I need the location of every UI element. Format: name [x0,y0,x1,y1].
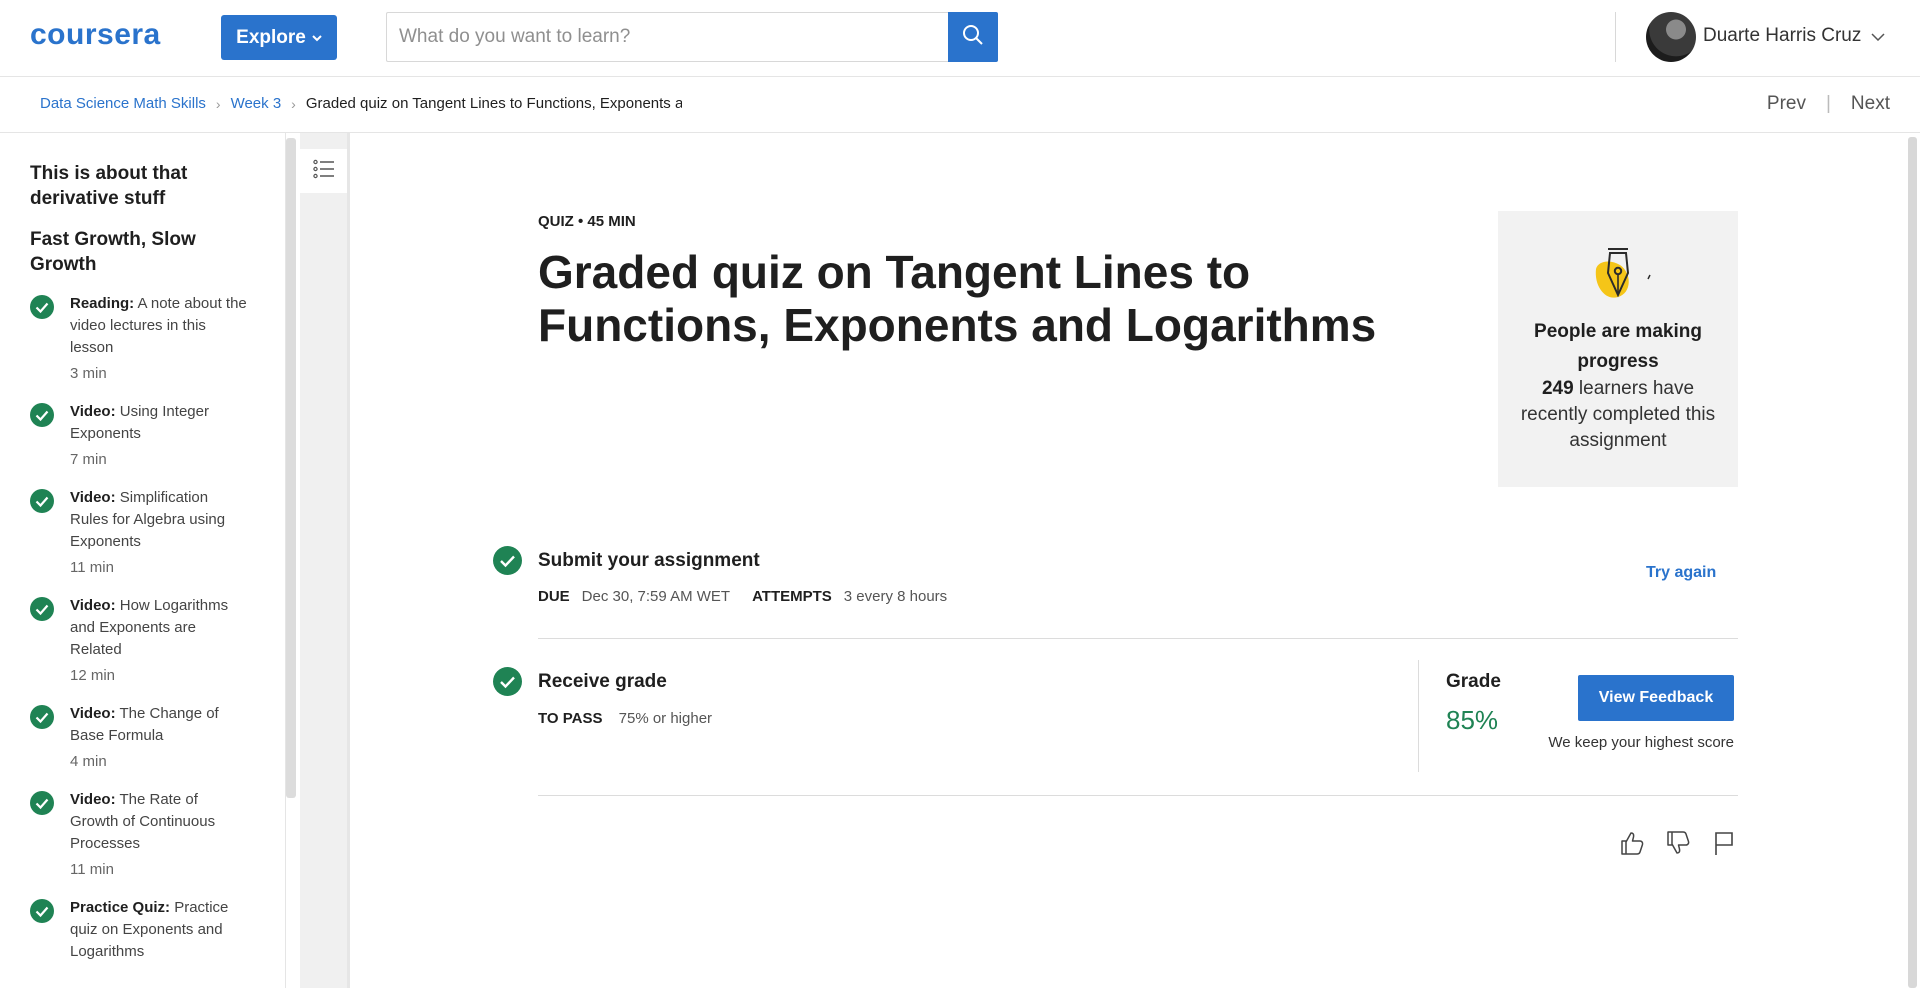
lesson-type: Video: [70,791,116,808]
learner-count: 249 [1541,378,1574,399]
check-circle-icon [493,667,522,701]
explore-button[interactable]: Explore [221,15,337,60]
submit-details: DUE Dec 30, 7:59 AM WET ATTEMPTS 3 every… [538,588,947,605]
sidebar-lesson-item[interactable]: Video: How Logarithms and Exponents are … [30,595,250,687]
divider [538,638,1738,639]
flag-icon[interactable] [1710,828,1738,858]
breadcrumb-current: Graded quiz on Tangent Lines to Function… [305,95,682,112]
check-circle-icon [30,705,54,736]
grade-label: Grade [1446,671,1501,692]
highest-score-note: We keep your highest score [1548,734,1734,751]
sidebar-content: This is about that derivative stuff Fast… [30,161,250,967]
avatar[interactable] [1646,12,1696,62]
check-circle-icon [30,791,54,822]
thumbs-up-icon[interactable] [1618,828,1646,858]
outline-toggle-button[interactable] [300,149,347,193]
to-pass-value: 75% or higher [618,710,713,727]
search-button[interactable] [948,12,998,62]
breadcrumb-course[interactable]: Data Science Math Skills [40,95,206,112]
feedback-actions [1618,828,1738,858]
check-circle-icon [30,489,54,520]
pen-nib-icon [1586,239,1656,310]
course-sidebar: This is about that derivative stuff Fast… [0,133,285,988]
explore-label: Explore [236,26,306,48]
sidebar-lesson-item[interactable]: Video: Simplification Rules for Algebra … [30,487,250,579]
lesson-duration: 11 min [70,861,114,878]
chevron-right-icon: › [215,95,221,112]
prev-link[interactable]: Prev [1767,93,1806,115]
lesson-duration: 12 min [70,667,116,684]
chevron-down-icon [312,31,322,45]
divider [538,795,1738,796]
to-pass-label: TO PASS [538,710,603,727]
lesson-type: Reading: [70,295,135,312]
lesson-duration: 7 min [70,451,107,468]
receive-grade-title: Receive grade [538,671,667,692]
check-circle-icon [493,546,522,580]
check-circle-icon [30,899,54,930]
sidebar-lesson-item[interactable]: Reading: A note about the video lectures… [30,293,250,385]
progress-card: People are making progress 249 learners … [1498,211,1738,487]
lesson-duration: 4 min [70,753,107,770]
list-icon [312,159,335,184]
attempts-label: ATTEMPTS [752,588,832,605]
breadcrumb-bar: Data Science Math Skills › Week 3 › Grad… [0,77,1920,133]
try-again-link[interactable]: Try again [1646,564,1716,582]
user-menu[interactable]: Duarte Harris Cruz [1703,25,1885,47]
lesson-list: Reading: A note about the video lectures… [30,293,250,963]
coursera-logo[interactable]: coursera [30,18,161,52]
check-circle-icon [30,295,54,326]
lesson-type: Video: [70,403,116,420]
chevron-right-icon: › [291,95,296,112]
lesson-type: Video: [70,597,116,614]
chevron-down-icon [1871,25,1885,47]
sidebar-scrollbar[interactable] [286,138,296,798]
sidebar-lesson-item[interactable]: Video: The Change of Base Formula 4 min [30,703,250,773]
submit-title: Submit your assignment [538,550,760,571]
page-title: Graded quiz on Tangent Lines to Function… [538,246,1377,351]
lesson-type: Video: [70,705,116,722]
progress-text: 249 learners have recently completed thi… [1498,376,1738,454]
main-scrollbar[interactable] [1908,137,1917,988]
lesson-type: Video: [70,489,116,506]
check-circle-icon [30,403,54,434]
due-label: DUE [538,588,570,605]
sidebar-lesson-item[interactable]: Practice Quiz: Practice quiz on Exponent… [30,897,250,963]
prev-next-nav: Prev | Next [1767,93,1890,115]
logo-text: coursera [30,18,161,51]
search-icon [962,24,984,51]
lesson-duration: 11 min [70,559,114,576]
attempts-value: 3 every 8 hours [843,588,948,605]
lesson-type: Practice Quiz: [70,899,171,916]
progress-heading: People are making progress [1534,321,1702,372]
top-header: coursera Explore What do you want to lea… [0,0,1920,77]
lesson-title: Fast Growth, Slow Growth [30,229,196,275]
nav-divider: | [1825,93,1831,114]
quiz-meta: QUIZ • 45 MIN [538,213,636,230]
outline-strip [300,133,350,988]
breadcrumb-week[interactable]: Week 3 [231,95,282,112]
search-placeholder: What do you want to learn? [399,26,631,47]
due-value: Dec 30, 7:59 AM WET [581,588,731,605]
search-input[interactable]: What do you want to learn? [386,12,949,62]
lesson-duration: 3 min [70,365,107,382]
view-feedback-button[interactable]: View Feedback [1578,675,1734,721]
user-name: Duarte Harris Cruz [1703,25,1862,46]
breadcrumb: Data Science Math Skills › Week 3 › Grad… [40,95,682,112]
thumbs-down-icon[interactable] [1664,828,1692,858]
check-circle-icon [30,597,54,628]
pass-details: TO PASS 75% or higher [538,710,712,727]
module-title: This is about that derivative stuff [30,163,188,209]
sidebar-lesson-item[interactable]: Video: Using Integer Exponents 7 min [30,401,250,471]
grade-value: 85% [1446,705,1499,735]
grade-divider [1418,660,1419,772]
sidebar-lesson-item[interactable]: Video: The Rate of Growth of Continuous … [30,789,250,881]
next-link[interactable]: Next [1851,93,1890,115]
header-divider [1615,12,1616,62]
